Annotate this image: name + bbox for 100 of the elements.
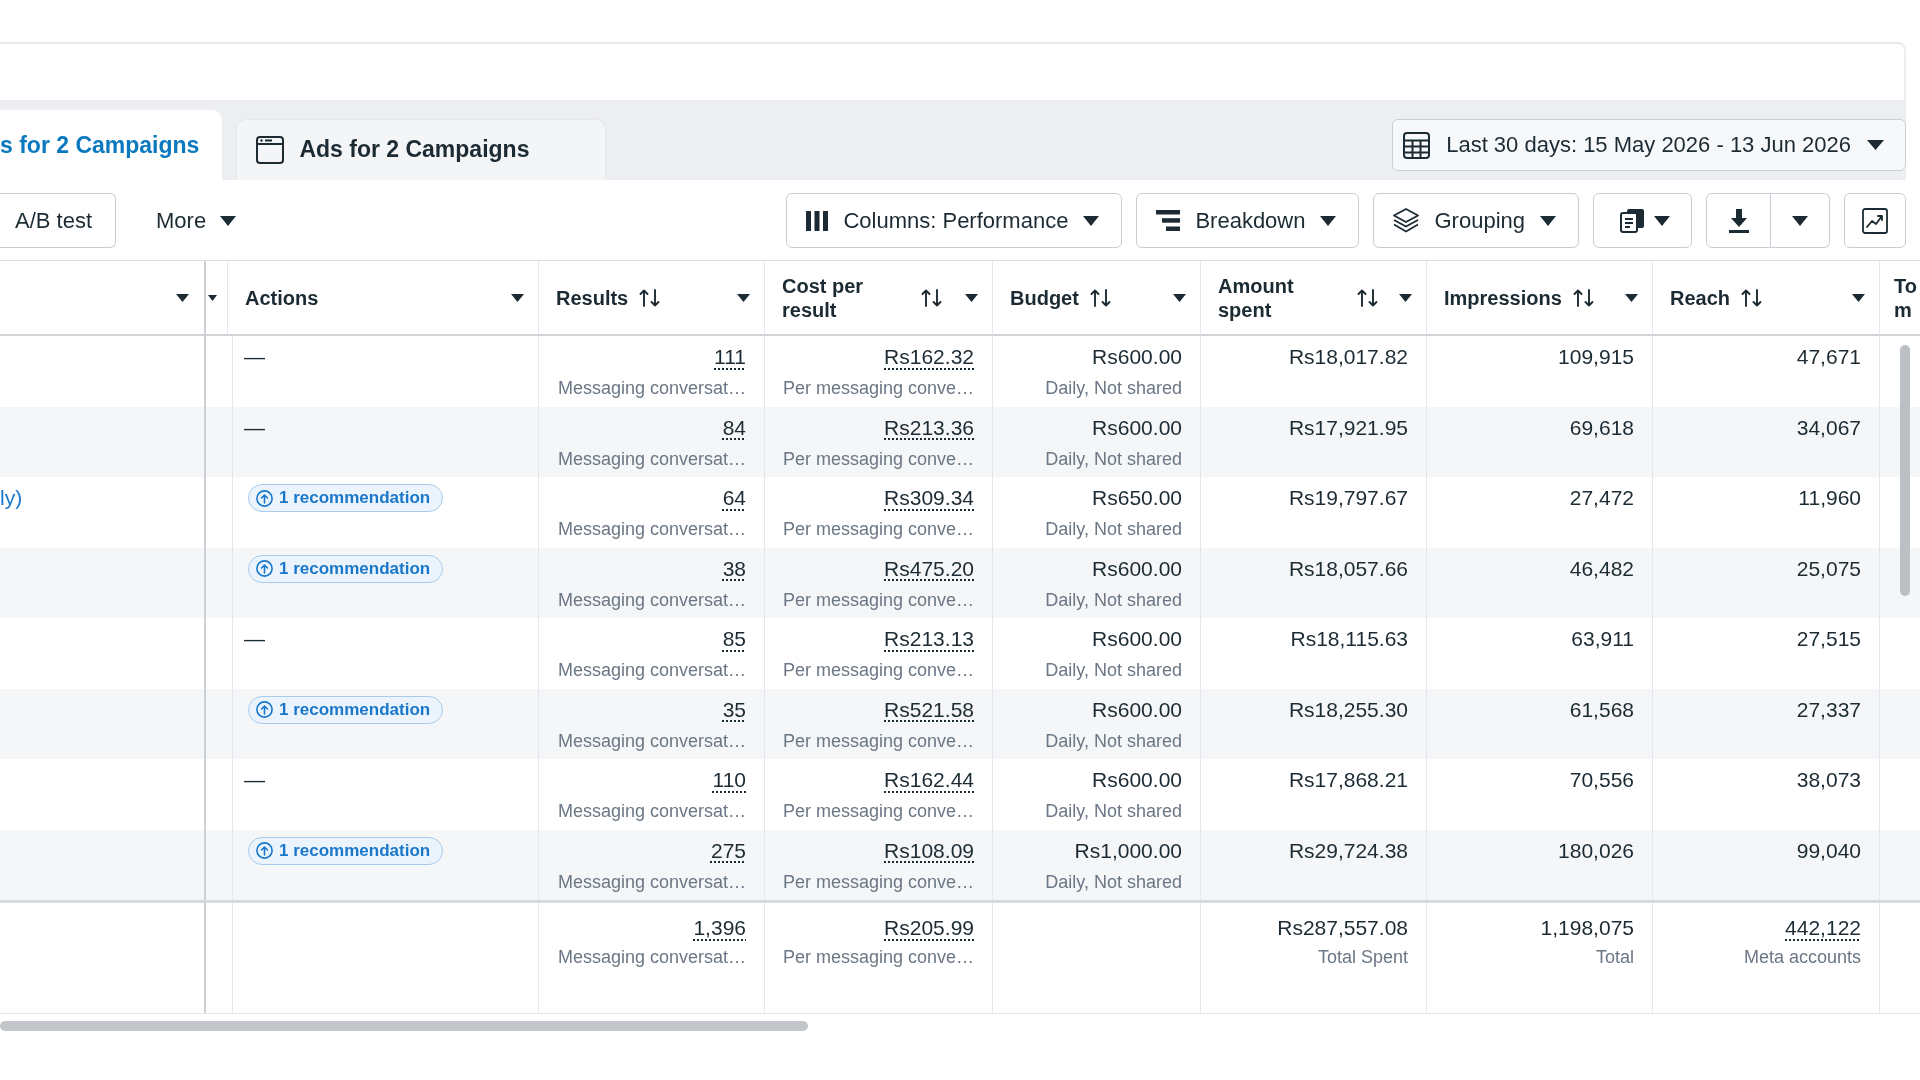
cell-value: Rs600.00: [1092, 627, 1182, 650]
sort-icon[interactable]: [921, 288, 943, 307]
column-header[interactable]: To m: [1880, 261, 1920, 334]
cell-value: 38: [722, 556, 746, 580]
columns-icon: [806, 210, 829, 231]
caret-icon: [1867, 140, 1884, 150]
layers-icon: [1393, 208, 1420, 233]
total-caption: Meta accounts: [1743, 947, 1861, 967]
recommendation-badge[interactable]: 1 recommendation: [248, 554, 444, 583]
sort-icon[interactable]: [639, 288, 662, 307]
vertical-scrollbar[interactable]: [1900, 345, 1910, 596]
ab-test-button[interactable]: A/B test: [0, 193, 117, 248]
tab[interactable]: s for 2 Campaigns: [0, 110, 223, 180]
caret-icon[interactable]: [1625, 293, 1638, 302]
cell-value: Rs213.36: [884, 415, 974, 439]
cell-value: 25,075: [1796, 556, 1861, 580]
recommendation-badge[interactable]: 1 recommendation: [248, 484, 444, 512]
column-header[interactable]: Budget: [993, 261, 1201, 334]
grouping-dropdown[interactable]: Grouping: [1373, 193, 1579, 248]
bars-icon: [1156, 210, 1181, 231]
cell-caption: Messaging conversat…: [557, 801, 746, 821]
caret-icon[interactable]: [208, 294, 217, 301]
cell-value: Rs1,000.00: [1074, 838, 1182, 862]
total-caption: Total Spent: [1317, 947, 1408, 967]
date-range-button[interactable]: Last 30 days: 15 May 2026 - 13 Jun 2026: [1392, 119, 1906, 171]
column-header[interactable]: Cost per result: [765, 261, 993, 334]
cell-value: 35: [722, 697, 746, 721]
cell-caption: Messaging conversat…: [557, 378, 746, 398]
cell-value: Rs600.00: [1092, 345, 1182, 368]
caret-icon[interactable]: [176, 293, 189, 302]
download-button[interactable]: [1706, 193, 1771, 248]
cell-value: 110: [712, 768, 746, 791]
caret-icon[interactable]: [965, 293, 978, 302]
total-caption: Per messaging conve…: [782, 947, 974, 967]
empty-value: —: [244, 415, 265, 439]
column-header[interactable]: Impressions: [1427, 261, 1653, 334]
caret-icon: [1320, 215, 1337, 226]
cell-value: 61,568: [1569, 697, 1634, 721]
caret-icon[interactable]: [1852, 293, 1865, 302]
cell-value: 46,482: [1569, 556, 1634, 580]
sort-icon[interactable]: [1572, 288, 1595, 307]
arrow-circle-icon: [256, 560, 273, 577]
recommendation-badge[interactable]: 1 recommendation: [248, 695, 444, 724]
cell-value: 64: [722, 486, 746, 509]
cell-caption: Daily, Not shared: [1045, 871, 1182, 892]
caret-icon: [1083, 215, 1100, 226]
cell-caption: Messaging conversat…: [557, 589, 746, 610]
arrow-circle-icon: [256, 842, 273, 859]
column-header[interactable]: Results: [539, 261, 765, 334]
download-options-button[interactable]: [1771, 193, 1830, 248]
name-link[interactable]: ly): [0, 486, 23, 509]
cell-value: 69,618: [1569, 415, 1634, 439]
cell-value: 111: [714, 345, 746, 368]
cell-value: Rs213.13: [884, 627, 974, 650]
cell-value: Rs108.09: [884, 838, 974, 862]
caret-icon[interactable]: [1173, 293, 1186, 302]
cell-caption: Per messaging conve…: [782, 660, 974, 680]
cell-value: 70,556: [1569, 768, 1634, 791]
cell-caption: Daily, Not shared: [1045, 448, 1182, 469]
cell-value: Rs19,797.67: [1288, 486, 1408, 509]
cell-caption: Daily, Not shared: [1045, 589, 1182, 610]
sort-icon[interactable]: [1357, 288, 1379, 307]
cell-value: Rs162.32: [884, 345, 974, 368]
breakdown-dropdown[interactable]: Breakdown: [1136, 193, 1360, 248]
empty-value: —: [244, 627, 265, 650]
cell-value: 27,337: [1796, 697, 1861, 721]
cell-value: 47,671: [1796, 345, 1861, 368]
caret-icon[interactable]: [1399, 293, 1412, 302]
tab[interactable]: Ads for 2 Campaigns: [236, 119, 607, 180]
cell-caption: Daily, Not shared: [1045, 519, 1182, 539]
empty-value: —: [244, 768, 265, 791]
cell-caption: Messaging conversat…: [557, 871, 746, 892]
cell-value: Rs600.00: [1092, 556, 1182, 580]
documents-dropdown[interactable]: [1593, 193, 1692, 248]
total-caption: Total: [1595, 947, 1634, 967]
cell-caption: Daily, Not shared: [1045, 801, 1182, 821]
cell-caption: Messaging conversat…: [557, 730, 746, 751]
recommendation-badge[interactable]: 1 recommendation: [248, 836, 444, 865]
chart-button[interactable]: [1844, 193, 1906, 248]
cell-caption: Per messaging conve…: [782, 519, 974, 539]
horizontal-scrollbar[interactable]: [0, 1021, 808, 1031]
caret-icon: [1654, 215, 1670, 226]
cell-value: 27,472: [1569, 486, 1634, 509]
cell-value: Rs600.00: [1092, 768, 1182, 791]
cell-caption: Daily, Not shared: [1045, 730, 1182, 751]
calendar-icon: [1403, 131, 1431, 159]
caret-icon[interactable]: [737, 293, 750, 302]
sort-icon[interactable]: [1741, 288, 1764, 307]
window-icon: [256, 135, 285, 164]
cell-caption: Per messaging conve…: [782, 448, 974, 469]
caret-icon[interactable]: [511, 293, 524, 302]
column-header[interactable]: Amount spent: [1201, 261, 1427, 334]
sort-icon[interactable]: [1089, 288, 1112, 307]
cell-caption: Daily, Not shared: [1045, 660, 1182, 680]
column-header[interactable]: Actions: [228, 261, 539, 334]
cell-caption: Per messaging conve…: [782, 871, 974, 892]
total-caption: Messaging conversat…: [557, 947, 746, 967]
cell-value: Rs18,017.82: [1288, 345, 1408, 368]
column-header[interactable]: Reach: [1653, 261, 1880, 334]
columns-dropdown[interactable]: Columns: Performance: [786, 193, 1123, 248]
